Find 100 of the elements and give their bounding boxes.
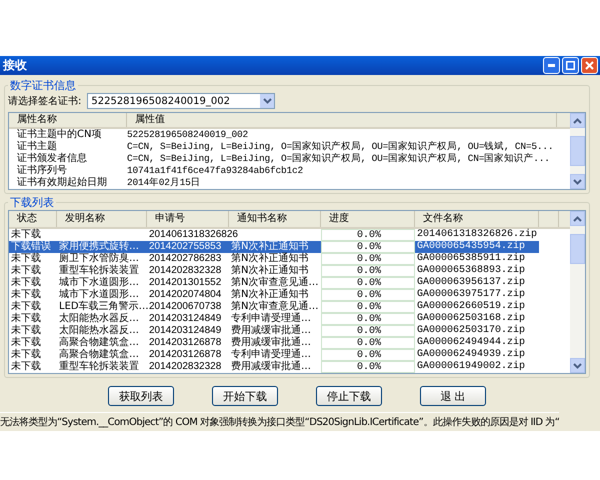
table-cell: 0.0% (321, 313, 415, 325)
table-cell-text: 城市下水道圆形… (58, 289, 140, 300)
column-header[interactable]: 进度 (321, 211, 415, 227)
property-name: 证书有效期起始日期 (16, 177, 108, 189)
property-name: 证书序列号 (16, 165, 68, 176)
table-cell-text: 2014061318326826.zip (416, 229, 538, 241)
table-cell-text: 第N次补正通知书 (230, 289, 310, 300)
table-cell-text: 未下载 (10, 265, 42, 276)
table-cell-text: LED车载三角警示… (58, 301, 147, 312)
close-icon (585, 61, 594, 70)
table-cell-text: 高聚合物建筑盒… (58, 337, 140, 348)
table-cell-text: 未下载 (10, 349, 42, 360)
group-title: 下载列表 (9, 195, 55, 210)
scrollbar[interactable] (570, 113, 585, 189)
table-cell-text: GA000065385911.zip (416, 253, 526, 264)
table-cell-text: 2014202832328 (148, 361, 222, 373)
status-message: 无法将类型为“System.__ComObject”的 COM 对象强制转换为接口类型“DS20SignLib.ICertificate”。此操作失败的原因是对 IID 为“ (0, 412, 560, 431)
column-header[interactable]: 属性值 (127, 113, 557, 127)
table-cell: 0.0% (321, 301, 415, 313)
table-cell-text: GA000062503168.zip (416, 313, 526, 324)
column-header[interactable]: 文件名称 (415, 211, 539, 227)
table-cell-text: 2014202074804 (148, 289, 222, 301)
table-cell-text: 专利申请受理通… (230, 349, 312, 360)
table-cell-text: 未下载 (10, 301, 42, 312)
table-cell-text: 费用减缓审批通… (230, 361, 312, 373)
table-cell-text: 重型车轮拆装装置 (58, 265, 140, 276)
property-name: 证书颁发者信息 (16, 153, 88, 164)
certificate-dropdown[interactable]: 522528196508240019_002 (87, 93, 276, 109)
table-cell: 0.0% (321, 241, 415, 253)
minimize-button[interactable] (543, 57, 560, 74)
table-cell-text: 未下载 (10, 289, 42, 300)
property-value: C=CN, S=BeiJing, L=BeiJing, O=国家知识产权局, OU=国家知识产权局, OU=钱斌, CN=5... (127, 141, 554, 153)
property-value: 2014年02月15日 (127, 177, 202, 189)
table-cell: 0.0% (321, 253, 415, 265)
column-header[interactable]: 发明名称 (57, 211, 147, 227)
column-header[interactable]: 属性名称 (9, 113, 127, 127)
table-cell-text: 未下载 (10, 361, 42, 373)
table-cell-text: 专利申请受理通… (230, 313, 312, 324)
table-cell-text: 2014061318326826 (148, 229, 239, 241)
action-button[interactable]: 获取列表 (108, 386, 174, 406)
column-header[interactable]: 状态 (9, 211, 57, 227)
table-cell-text: 未下载 (10, 313, 42, 324)
table-cell-text: 高聚合物建筑盒… (58, 349, 140, 360)
table-cell-text: 第N次补正通知书 (230, 265, 310, 276)
table-cell-text: GA000063956137.zip (416, 277, 526, 288)
action-button[interactable]: 停止下载 (316, 386, 382, 406)
property-value: C=CN, S=BeiJing, L=BeiJing, O=国家知识产权局, OU=国家知识产权局, CN=国家知识产... (127, 153, 551, 165)
table-cell: 下载错误 (9, 241, 57, 253)
property-name: 证书主题 (16, 141, 58, 152)
field-label: 请选择签名证书: (8, 94, 82, 108)
table-cell-text: 未下载 (10, 277, 42, 288)
table-cell-text: GA000062503170.zip (416, 325, 526, 336)
table-cell: 0.0% (321, 277, 415, 289)
table-cell: 0.0% (321, 265, 415, 277)
table-cell-text: 未下载 (10, 325, 42, 336)
table-cell-text: 未下载 (10, 229, 42, 241)
table-cell-text: 第N次审查意见通… (230, 277, 320, 288)
table-cell: 0.0% (321, 361, 415, 373)
scrollbar-thumb[interactable] (570, 234, 585, 264)
table-cell-text: 未下载 (10, 253, 42, 264)
table-cell-text: GA000062494939.zip (416, 349, 526, 360)
group-title: 数字证书信息 (9, 78, 77, 93)
table-cell: 家用便携式旋转… (57, 241, 147, 253)
table-cell-text: GA000062494944.zip (416, 337, 526, 348)
table-cell-text: 重型车轮拆装装置 (58, 361, 140, 373)
table-cell-text: 费用减缓审批通… (230, 325, 312, 336)
action-button[interactable]: 开始下载 (212, 386, 278, 406)
table-cell-text: 第N次审查意见通… (230, 301, 320, 312)
table-cell-text: 厕卫下水管防臭… (58, 253, 140, 264)
table-cell-text: 2014202786283 (148, 253, 222, 265)
table-cell-text: 第N次补正通知书 (230, 253, 310, 264)
table-cell-text: 2014203126878 (148, 337, 222, 349)
maximize-button[interactable] (562, 57, 579, 74)
action-button[interactable]: 退 出 (420, 386, 486, 406)
table-cell-text: GA000062660519.zip (416, 301, 526, 312)
table-cell-text: GA000065368893.zip (416, 265, 526, 276)
scrollbar[interactable] (570, 211, 585, 373)
table-cell-text: 未下载 (10, 337, 42, 348)
table-cell: 0.0% (321, 325, 415, 337)
table-cell: 0.0% (321, 337, 415, 349)
table-cell: 2014202755853 (147, 241, 229, 253)
table-cell-text: 2014201301552 (148, 277, 222, 289)
scrollbar-thumb[interactable] (570, 136, 585, 166)
maximize-icon (566, 61, 575, 70)
caret-icon (262, 98, 272, 104)
table-cell: 第N次补正通知书 (229, 241, 321, 253)
table-cell: 0.0% (321, 289, 415, 301)
close-button[interactable] (581, 57, 598, 74)
table-cell-text: 太阳能热水器反… (58, 325, 140, 336)
property-value: 10741a1f41f6ce47fa93284ab6fcb1c2 (127, 165, 304, 177)
table-cell-text: GA000061949002.zip (416, 361, 526, 373)
window-title: 接收 (3, 57, 28, 74)
table-cell-text: 2014203124849 (148, 313, 222, 325)
table-cell-text: 费用减缓审批通… (230, 337, 312, 348)
property-value: 522528196508240019_002 (127, 129, 250, 141)
table-cell-text: 2014202832328 (148, 265, 222, 277)
column-header[interactable]: 通知书名称 (229, 211, 321, 227)
column-header[interactable]: 申请号 (147, 211, 229, 227)
table-cell-text: GA000063975177.zip (416, 289, 526, 300)
property-name: 证书主题中的CN项 (16, 129, 102, 140)
